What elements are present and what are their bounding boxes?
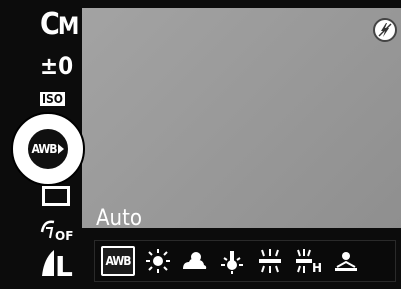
image-size-label: L <box>55 250 73 278</box>
flash-off-icon <box>373 18 397 42</box>
my-colors-prefix: C <box>40 7 60 42</box>
iso-item[interactable]: ISO <box>40 92 65 106</box>
flash-exposure-item[interactable]: OFF <box>40 218 82 245</box>
wb-option-awb[interactable]: AWB <box>101 246 135 276</box>
white-balance-mode-label: Auto <box>96 206 142 231</box>
iso-label: ISO <box>42 92 63 106</box>
flash-exposure-label: OFF <box>55 229 74 242</box>
custom-icon[interactable] <box>329 246 363 276</box>
white-balance-item[interactable]: AWB <box>25 126 71 172</box>
image-size-item[interactable]: L <box>40 248 74 283</box>
cloudy-icon[interactable] <box>177 246 211 276</box>
exposure-compensation-item[interactable]: ±0 <box>40 54 73 78</box>
function-menu-sidebar: CM ±0 ISO OFF L AWB <box>0 0 85 289</box>
image-size-icon: L <box>42 250 73 283</box>
exposure-compensation-label: ±0 <box>40 52 74 80</box>
wb-option-awb-label: AWB <box>105 254 132 268</box>
live-view-area <box>82 8 401 228</box>
fluorescent-icon[interactable] <box>253 246 287 276</box>
svg-text:H: H <box>312 261 322 274</box>
my-colors-item[interactable]: CM <box>40 10 79 40</box>
fluorescent-h-icon[interactable]: H <box>291 246 325 276</box>
white-balance-options: AWB H <box>94 240 396 282</box>
white-balance-label: AWB <box>31 142 58 156</box>
flash-exposure-icon: OFF <box>40 220 82 243</box>
camera-screen: CM ±0 ISO OFF L AWB <box>0 0 401 289</box>
daylight-icon[interactable] <box>141 246 175 276</box>
my-colors-label: M <box>57 12 80 40</box>
tungsten-icon[interactable] <box>215 246 249 276</box>
single-shot-icon[interactable] <box>42 186 70 206</box>
chevron-right-icon <box>58 144 65 154</box>
